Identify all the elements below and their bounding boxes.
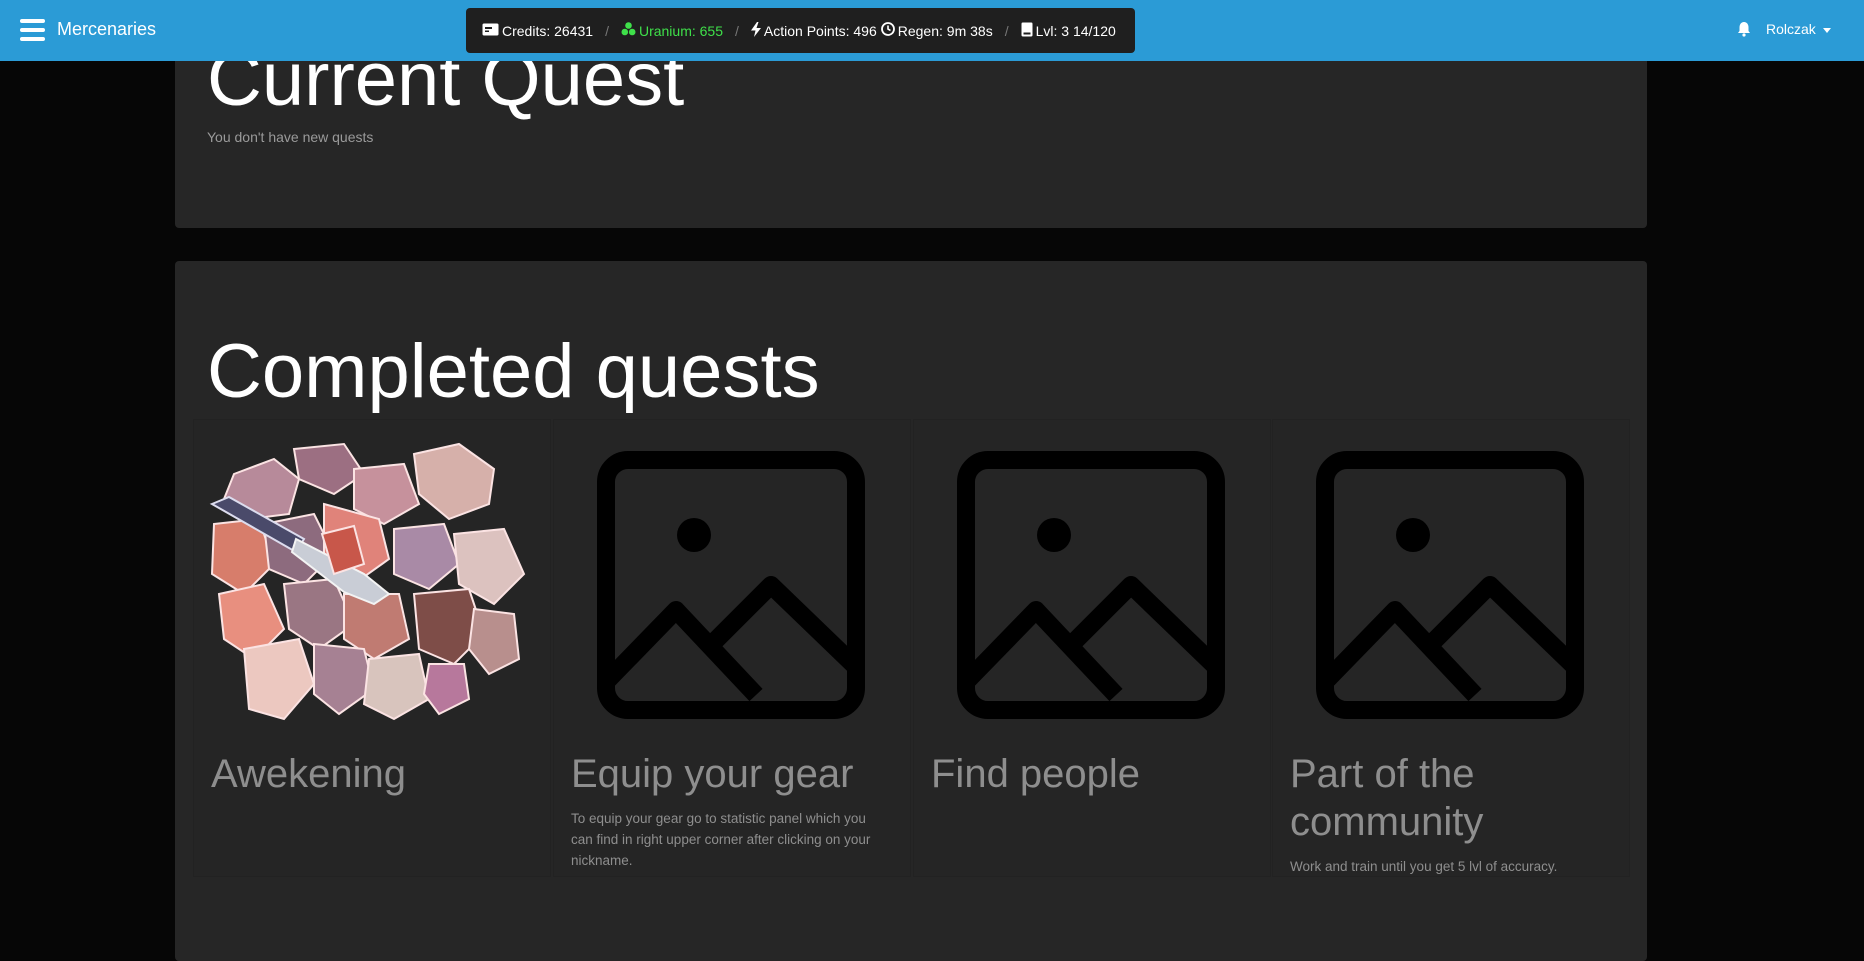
quest-card-find-people[interactable]: Find people [913, 419, 1271, 877]
menu-icon[interactable] [20, 19, 45, 41]
status-separator: / [605, 22, 609, 39]
level-value: Lvl: 3 14/120 [1035, 22, 1116, 39]
credits-value: Credits: 26431 [502, 22, 594, 39]
quest-description: To equip your gear go to statistic panel… [571, 811, 871, 868]
quest-card-equip-your-gear[interactable]: Equip your gear To equip your gear go to… [553, 419, 911, 877]
image-placeholder-icon [957, 451, 1225, 719]
lightning-icon [750, 21, 761, 40]
brand-title[interactable]: Mercenaries [57, 19, 156, 40]
no-quests-message: You don't have new quests [207, 129, 374, 145]
credits-icon [482, 23, 499, 39]
quest-title: Part of the community [1290, 752, 1484, 844]
quest-title: Equip your gear [571, 752, 854, 796]
status-separator: / [735, 22, 739, 39]
resource-status-bar: Credits: 26431 / Uranium: 655 / Action P… [466, 8, 1135, 53]
quest-description: Work and train until you get 5 lvl of ac… [1290, 859, 1558, 874]
user-menu-toggle[interactable]: Rolczak [1766, 21, 1831, 37]
rocks-and-knife-image [209, 442, 526, 721]
bell-icon[interactable] [1737, 21, 1751, 37]
quest-card-part-of-the-community[interactable]: Part of the community Work and train unt… [1272, 419, 1630, 877]
regen-value: Regen: 9m 38s [897, 22, 993, 39]
completed-quests-heading: Completed quests [207, 329, 820, 414]
top-navbar: Mercenaries Credits: 26431 / Uranium: 65… [0, 0, 1864, 61]
chevron-down-icon [1822, 27, 1831, 33]
uranium-value: Uranium: 655 [638, 22, 723, 39]
quest-title: Find people [931, 752, 1141, 796]
book-icon [1021, 22, 1033, 40]
clock-icon [880, 22, 895, 39]
action-points-value: Action Points: 496 [763, 22, 877, 39]
user-name: Rolczak [1766, 21, 1816, 37]
quest-card-awekening[interactable]: Awekening [193, 419, 551, 877]
radiation-icon [621, 22, 636, 39]
status-separator: / [1004, 22, 1009, 39]
image-placeholder-icon [597, 451, 865, 719]
image-placeholder-icon [1316, 451, 1584, 719]
quest-title: Awekening [211, 752, 406, 796]
